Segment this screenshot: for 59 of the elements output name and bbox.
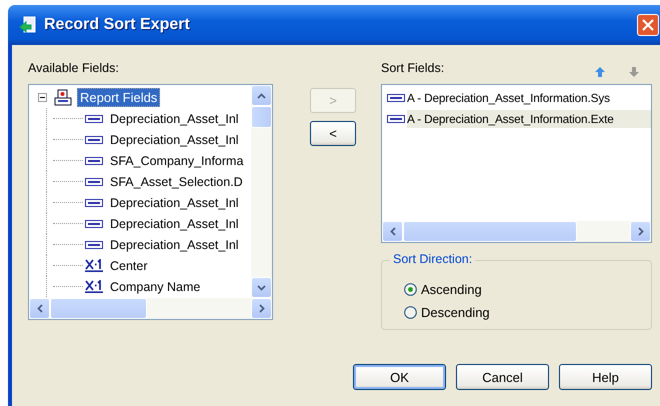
tree-item[interactable]: Depreciation_Asset_Inl [110, 132, 239, 146]
field-icon [85, 218, 103, 228]
scroll-thumb[interactable] [251, 106, 272, 128]
report-icon [54, 88, 72, 106]
scroll-right-button[interactable] [251, 298, 272, 319]
up-arrow-icon[interactable] [594, 66, 606, 78]
vertical-scrollbar[interactable] [251, 85, 272, 298]
right-caret-icon [638, 227, 644, 236]
sort-direction-label: Sort Direction: [390, 252, 476, 266]
radio-label[interactable]: Descending [421, 305, 490, 320]
right-caret-icon [258, 304, 264, 313]
remove-button[interactable]: < [310, 121, 356, 146]
tree-item[interactable]: Report Fields [77, 88, 160, 107]
field-icon [85, 156, 103, 166]
available-fields-label: Available Fields: [28, 60, 120, 77]
field-icon [85, 240, 103, 250]
field-icon [387, 114, 405, 124]
scroll-right-button[interactable] [630, 221, 651, 242]
down-caret-icon [257, 284, 266, 290]
dialog-button[interactable]: Cancel [456, 364, 549, 390]
radio-button[interactable] [404, 283, 417, 296]
scroll-thumb[interactable] [50, 298, 147, 319]
field-icon [85, 114, 103, 124]
scroll-up-button[interactable] [251, 85, 272, 106]
tree-item[interactable]: Depreciation_Asset_Inl [110, 112, 239, 126]
dialog-button[interactable]: Help [559, 364, 652, 390]
radio-label[interactable]: Ascending [421, 282, 482, 297]
tree-item[interactable]: Depreciation_Asset_Inl [110, 238, 239, 252]
close-button[interactable] [637, 14, 659, 36]
tree-item[interactable]: Depreciation_Asset_Inl [110, 216, 239, 230]
scroll-left-button[interactable] [382, 221, 403, 242]
tree-item[interactable]: Center [110, 258, 148, 272]
field-icon [85, 176, 103, 186]
formula-icon [85, 259, 103, 272]
field-icon [387, 92, 405, 102]
scroll-left-button[interactable] [29, 298, 50, 319]
horizontal-scrollbar[interactable] [29, 298, 272, 319]
radio-button[interactable] [404, 306, 417, 319]
collapse-icon[interactable] [38, 93, 47, 102]
scroll-thumb[interactable] [403, 221, 577, 242]
left-caret-icon [36, 304, 42, 313]
left-caret-icon [390, 227, 396, 236]
tree-item[interactable]: SFA_Asset_Selection.D [110, 174, 243, 188]
dialog-button[interactable]: OK [353, 364, 446, 390]
app-icon [18, 15, 38, 35]
formula-icon [85, 280, 103, 293]
scroll-down-button[interactable] [251, 277, 272, 298]
sort-fields-label: Sort Fields: [381, 60, 446, 77]
list-item[interactable]: A - Depreciation_Asset_Information.Exte [407, 110, 651, 128]
up-caret-icon [257, 92, 266, 98]
list-item[interactable]: A - Depreciation_Asset_Information.Sys [407, 88, 651, 106]
window-title: Record Sort Expert [44, 16, 191, 34]
field-icon [85, 198, 103, 208]
field-icon [85, 134, 103, 144]
tree-item[interactable]: Depreciation_Asset_Inl [110, 196, 239, 210]
horizontal-scrollbar[interactable] [382, 221, 651, 242]
close-icon [642, 19, 654, 31]
tree-item[interactable]: Company Name [110, 280, 200, 294]
tree-item[interactable]: SFA_Company_Informa [110, 154, 244, 168]
